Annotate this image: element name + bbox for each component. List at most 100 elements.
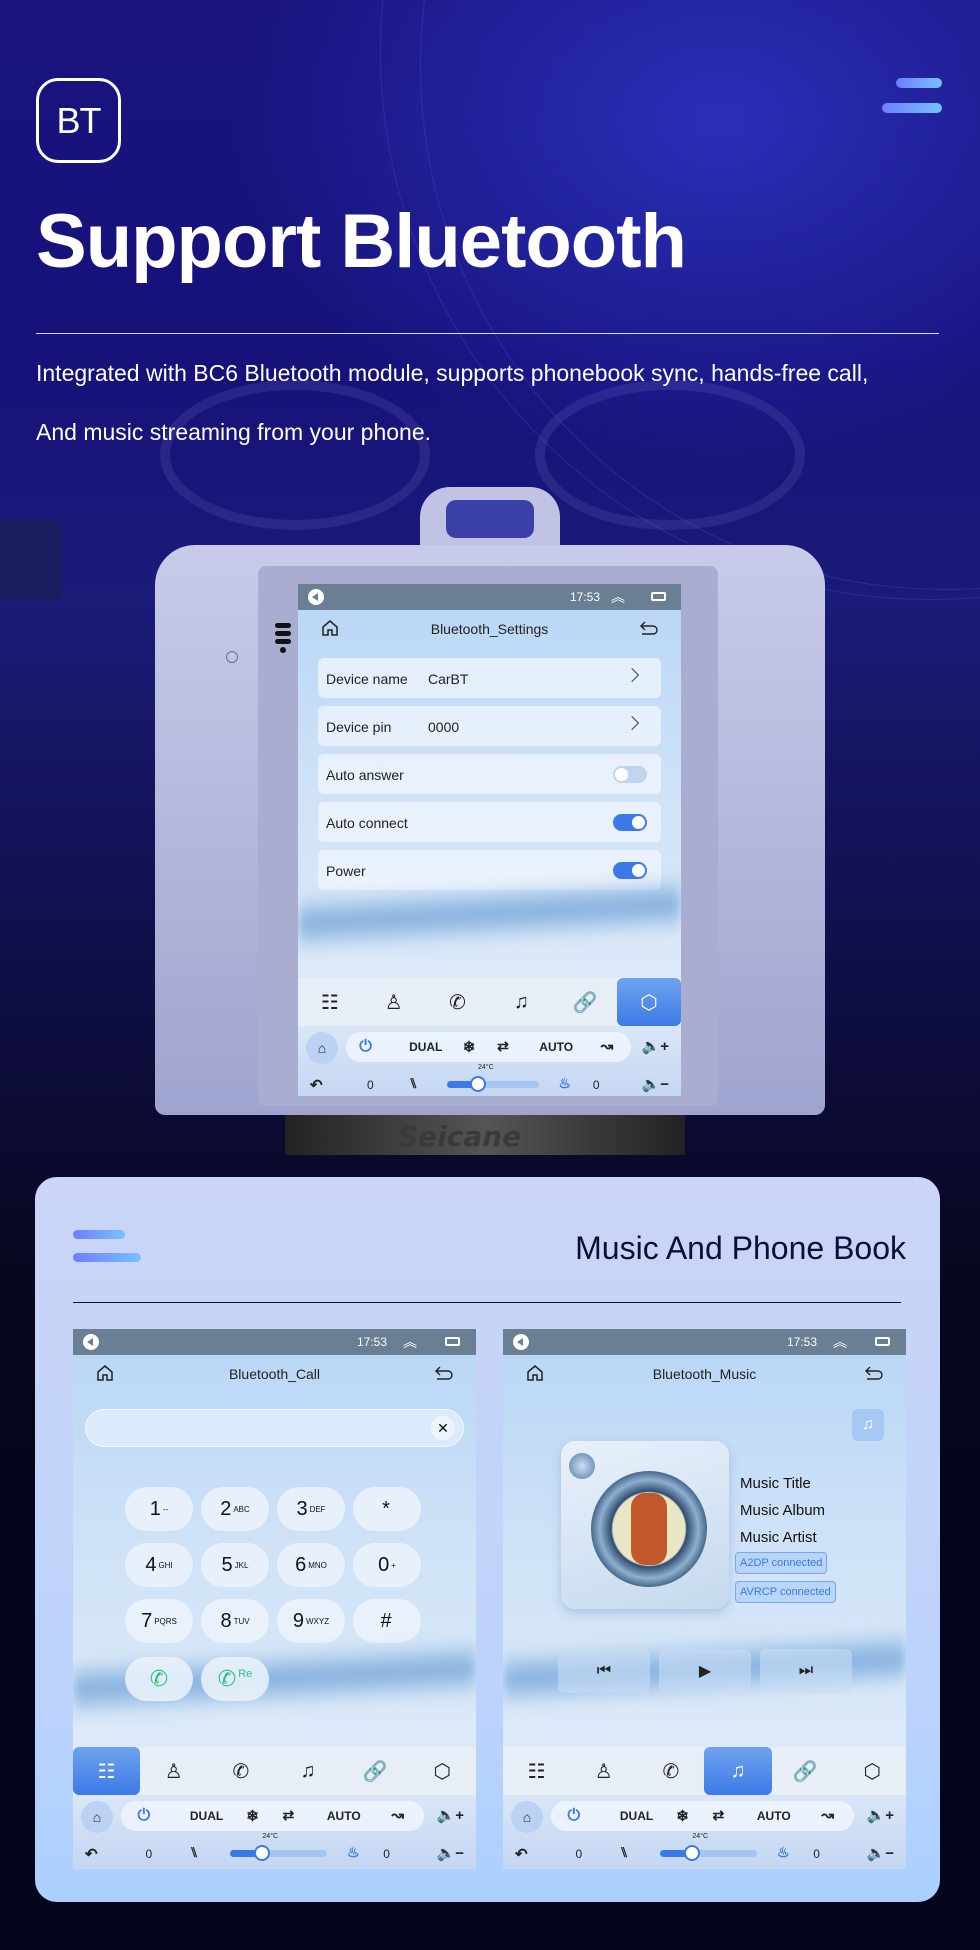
volume-up-icon[interactable]: 🔈+: [867, 1806, 894, 1824]
volume-down-icon[interactable]: 🔈−: [642, 1075, 669, 1093]
dock-tab-contacts[interactable]: ♙: [362, 978, 426, 1026]
dock-tab-link[interactable]: 🔗: [553, 978, 617, 1026]
airflow-icon[interactable]: ↝: [391, 1806, 404, 1824]
volume-icon[interactable]: [308, 589, 324, 605]
chevrons-up-icon[interactable]: ︽: [403, 1332, 417, 1352]
dial-key[interactable]: 9 WXYZ: [277, 1599, 345, 1643]
clear-icon[interactable]: ✕: [431, 1416, 455, 1440]
screen-header: Bluetooth_Call: [73, 1355, 476, 1391]
dock-tab-music[interactable]: ♫: [274, 1747, 341, 1795]
recent-apps-icon[interactable]: [875, 1337, 890, 1346]
dock-tab-phone[interactable]: ✆: [637, 1747, 704, 1795]
dial-key[interactable]: #: [353, 1599, 421, 1643]
back-icon[interactable]: [639, 620, 659, 638]
fan-speed-slider[interactable]: [230, 1845, 327, 1861]
dual-button[interactable]: DUAL: [620, 1809, 653, 1823]
dial-key[interactable]: 7 PQRS: [125, 1599, 193, 1643]
dual-button[interactable]: DUAL: [409, 1040, 442, 1054]
ac-power-icon[interactable]: ⏻: [359, 1038, 372, 1056]
back-icon[interactable]: [434, 1365, 454, 1383]
snowflake-icon[interactable]: ❄: [463, 1038, 476, 1056]
dock-tab-link[interactable]: 🔗: [342, 1747, 409, 1795]
ac-power-icon[interactable]: ⏻: [137, 1807, 150, 1825]
volume-down-icon[interactable]: 🔈−: [437, 1844, 464, 1862]
bluetooth-badge: BT: [36, 78, 121, 163]
back-arrow-icon[interactable]: ↶: [310, 1076, 323, 1094]
music-list-icon[interactable]: ♫: [852, 1409, 884, 1441]
dock-tab-settings[interactable]: ⬡: [617, 978, 681, 1026]
back-arrow-icon[interactable]: ↶: [85, 1845, 98, 1863]
dial-key[interactable]: 0 +: [353, 1543, 421, 1587]
dock-tab-settings[interactable]: ⬡: [409, 1747, 476, 1795]
fan-icon[interactable]: [470, 1076, 487, 1092]
seat-icon[interactable]: ⑊: [620, 1844, 628, 1860]
dial-key[interactable]: *: [353, 1487, 421, 1531]
recirculation-icon[interactable]: ⇄: [497, 1038, 509, 1055]
dock-tab-link[interactable]: 🔗: [772, 1747, 839, 1795]
seat-heat-icon[interactable]: ♨: [777, 1844, 790, 1861]
seat-icon[interactable]: ⑊: [190, 1844, 198, 1860]
recirculation-icon[interactable]: ⇄: [283, 1807, 295, 1824]
volume-up-icon[interactable]: 🔈+: [642, 1037, 669, 1055]
dial-key[interactable]: 1 --: [125, 1487, 193, 1531]
ac-power-icon[interactable]: ⏻: [567, 1807, 580, 1825]
redial-button[interactable]: ✆ Re: [201, 1657, 269, 1701]
dock-tab-contacts[interactable]: ♙: [140, 1747, 207, 1795]
auto-answer-toggle[interactable]: [613, 766, 647, 783]
device-name-row[interactable]: Device name CarBT: [318, 658, 661, 698]
fan-icon[interactable]: [684, 1845, 701, 1861]
number-input[interactable]: ✕: [85, 1409, 464, 1447]
volume-icon[interactable]: [83, 1334, 99, 1350]
home-button[interactable]: ⌂: [81, 1801, 113, 1833]
seat-icon[interactable]: ⑊: [409, 1075, 417, 1091]
home-button[interactable]: ⌂: [306, 1032, 338, 1064]
dial-key[interactable]: 6 MNO: [277, 1543, 345, 1587]
back-icon[interactable]: [864, 1365, 884, 1383]
call-button[interactable]: ✆: [125, 1657, 193, 1701]
volume-up-icon[interactable]: 🔈+: [437, 1806, 464, 1824]
airflow-icon[interactable]: ↝: [601, 1037, 614, 1055]
previous-track-button[interactable]: ⏮: [558, 1649, 650, 1693]
fan-speed-slider[interactable]: [660, 1845, 757, 1861]
device-pin-row[interactable]: Device pin 0000: [318, 706, 661, 746]
snowflake-icon[interactable]: ❄: [676, 1807, 689, 1825]
fan-icon[interactable]: [254, 1845, 271, 1861]
auto-button[interactable]: AUTO: [757, 1809, 791, 1823]
dial-key[interactable]: 5 JKL: [201, 1543, 269, 1587]
hazard-button: [446, 500, 534, 538]
chevrons-up-icon[interactable]: ︽: [611, 587, 625, 607]
volume-down-icon[interactable]: 🔈−: [867, 1844, 894, 1862]
dock-tab-contacts[interactable]: ♙: [570, 1747, 637, 1795]
auto-connect-toggle[interactable]: [613, 814, 647, 831]
fan-speed-slider[interactable]: [447, 1076, 540, 1092]
chevrons-up-icon[interactable]: ︽: [833, 1332, 847, 1352]
dual-button[interactable]: DUAL: [190, 1809, 223, 1823]
snowflake-icon[interactable]: ❄: [246, 1807, 259, 1825]
recent-apps-icon[interactable]: [445, 1337, 460, 1346]
dock-tab-music[interactable]: ♫: [489, 978, 553, 1026]
home-button[interactable]: ⌂: [511, 1801, 543, 1833]
dial-key[interactable]: 8 TUV: [201, 1599, 269, 1643]
volume-icon[interactable]: [513, 1334, 529, 1350]
auto-button[interactable]: AUTO: [327, 1809, 361, 1823]
dock-tab-music[interactable]: ♫: [704, 1747, 772, 1795]
recent-apps-icon[interactable]: [651, 592, 666, 601]
seat-heat-icon[interactable]: ♨: [558, 1075, 571, 1092]
dial-key[interactable]: 2 ABC: [201, 1487, 269, 1531]
dock-tab-settings[interactable]: ⬡: [839, 1747, 906, 1795]
dial-key[interactable]: 3 DEF: [277, 1487, 345, 1531]
dock-tab-phone[interactable]: ✆: [207, 1747, 274, 1795]
dock-tab-apps[interactable]: ☷: [73, 1747, 141, 1795]
dock-tab-apps[interactable]: ☷: [503, 1747, 570, 1795]
dock-tab-apps[interactable]: ☷: [298, 978, 362, 1026]
recirculation-icon[interactable]: ⇄: [713, 1807, 725, 1824]
back-arrow-icon[interactable]: ↶: [515, 1845, 528, 1863]
dock-tab-phone[interactable]: ✆: [426, 978, 490, 1026]
seat-heat-icon[interactable]: ♨: [347, 1844, 360, 1861]
next-track-button[interactable]: ⏭: [760, 1649, 852, 1693]
play-button[interactable]: ▶: [659, 1649, 751, 1693]
auto-button[interactable]: AUTO: [539, 1040, 573, 1054]
phone-icon: ✆: [449, 991, 466, 1014]
airflow-icon[interactable]: ↝: [821, 1806, 834, 1824]
dial-key[interactable]: 4 GHI: [125, 1543, 193, 1587]
